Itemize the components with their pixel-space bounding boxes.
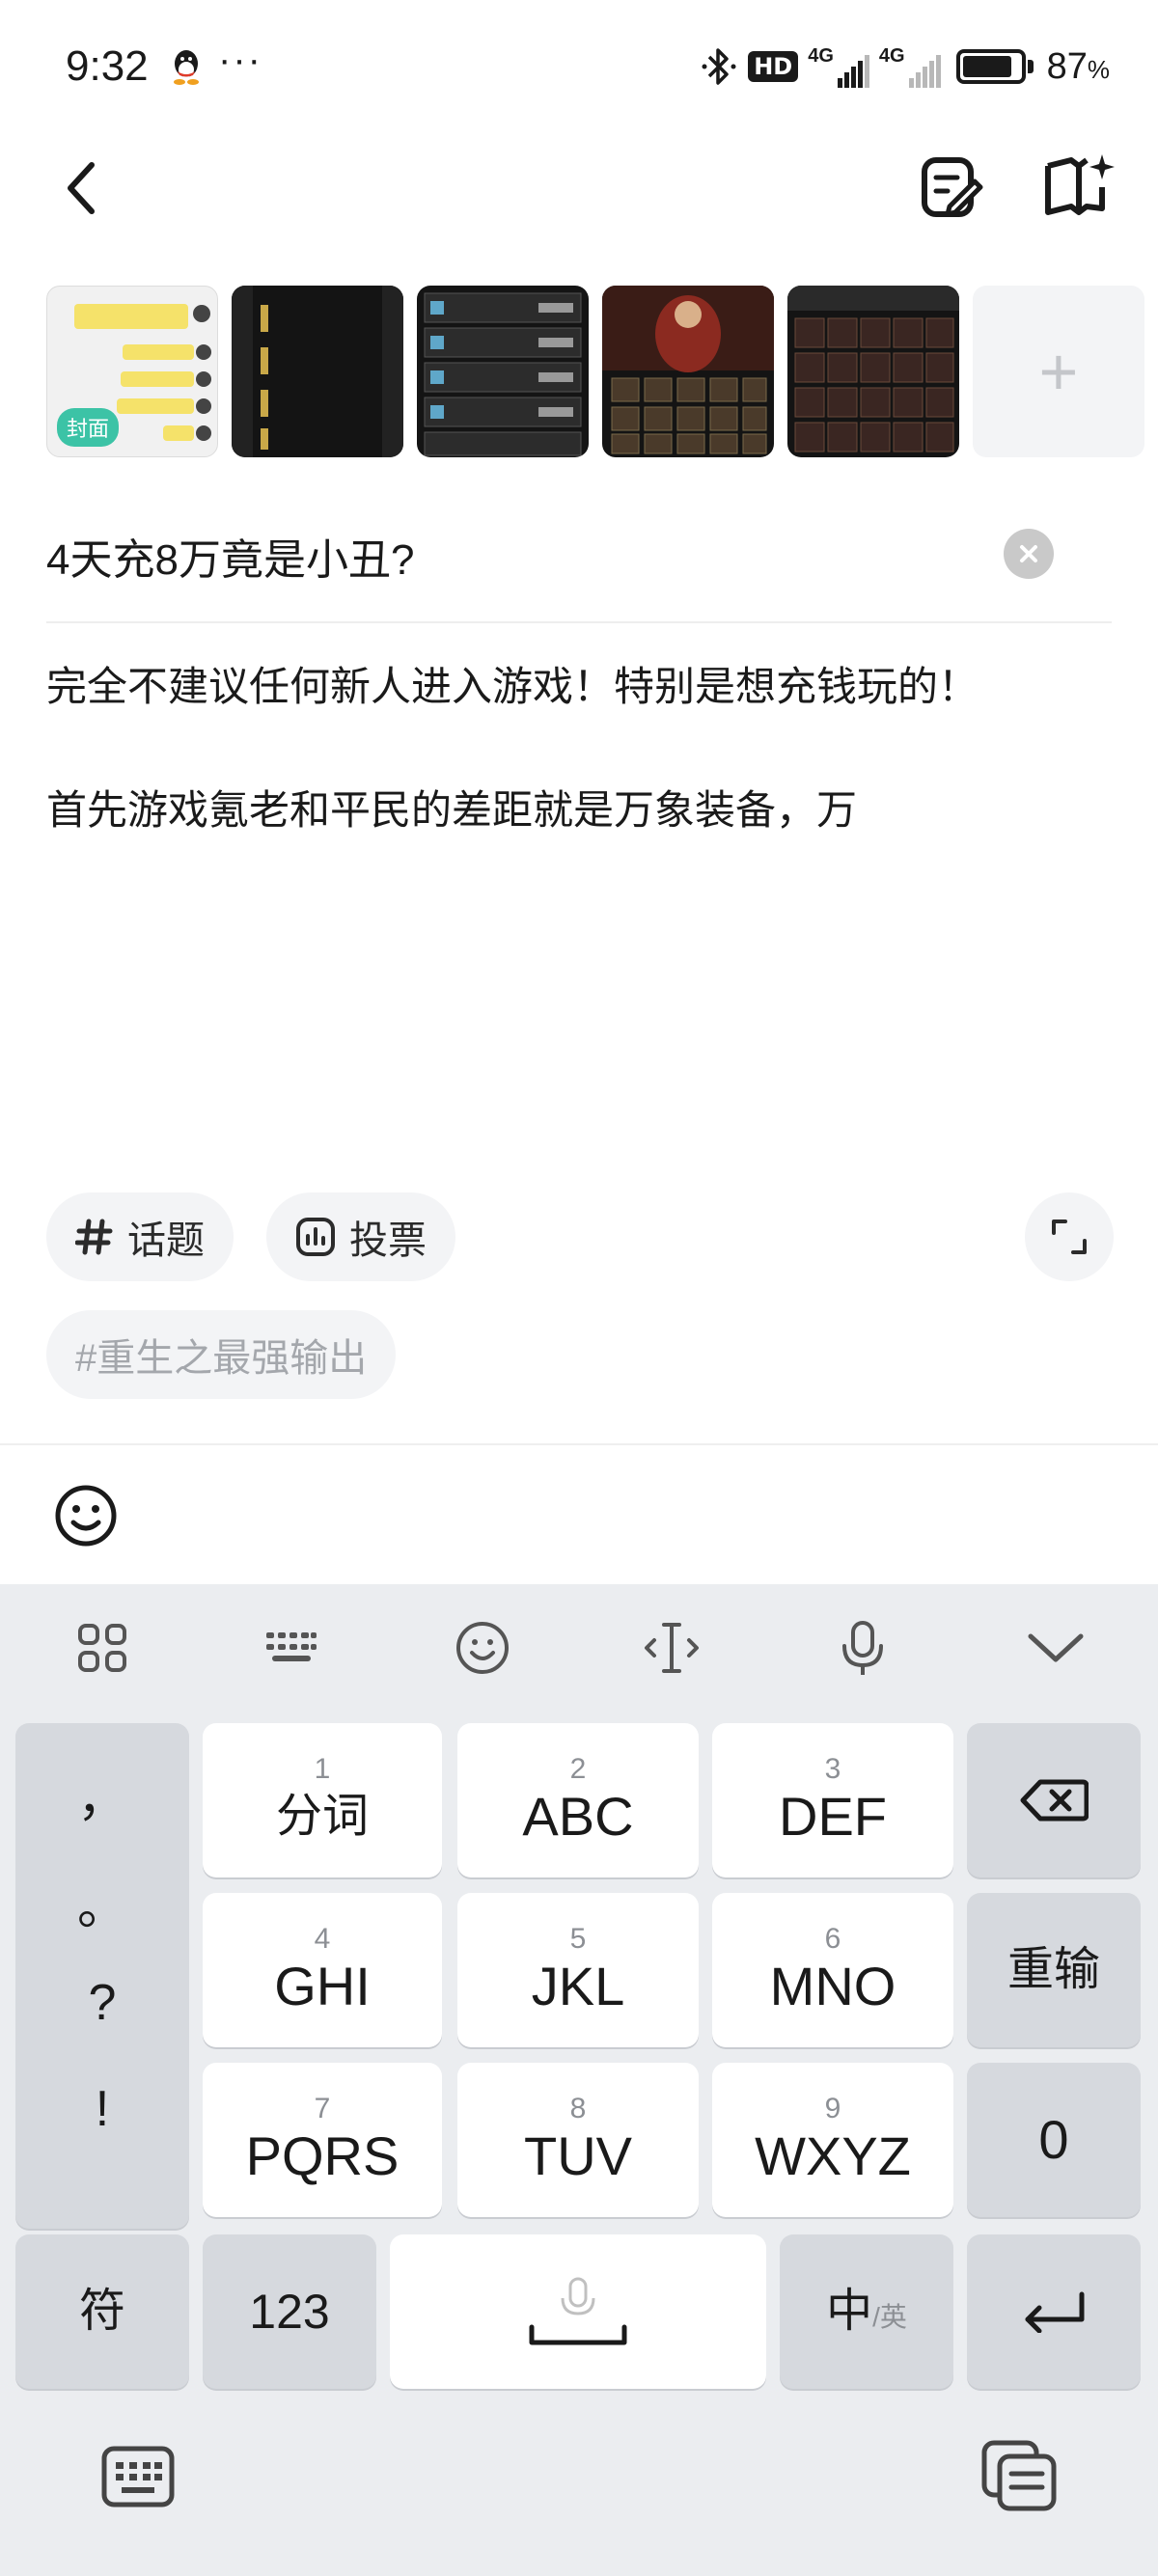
key-7[interactable]: 7 PQRS xyxy=(203,2063,442,2217)
enter-key[interactable] xyxy=(967,2234,1141,2389)
battery-icon xyxy=(955,49,1034,84)
poll-icon xyxy=(295,1217,336,1257)
draft-edit-icon[interactable] xyxy=(917,152,986,222)
enter-icon xyxy=(1025,2291,1085,2333)
punct-period-key[interactable]: 。 xyxy=(15,1866,189,1938)
chevron-left-icon xyxy=(68,162,95,214)
key-4[interactable]: 4 GHI xyxy=(203,1893,442,2047)
body-paragraph: 完全不建议任何新人进入游戏！特别是想充钱玩的！ xyxy=(46,664,979,709)
back-button[interactable] xyxy=(48,154,116,222)
clipboard-icon[interactable] xyxy=(980,2439,1058,2512)
punct-question-key[interactable]: ? xyxy=(15,1974,189,2032)
suggested-topic-chip[interactable]: #重生之最强输出 xyxy=(46,1310,397,1399)
keyboard-toolbar xyxy=(0,1584,1158,1710)
hashtag-icon xyxy=(75,1218,114,1256)
punct-comma-key[interactable]: ， xyxy=(15,1758,189,1830)
topic-button[interactable]: 话题 xyxy=(46,1192,234,1281)
book-sparkle-icon[interactable] xyxy=(1042,152,1116,222)
topic-label: 话题 xyxy=(127,1219,205,1262)
numeric-key[interactable]: 123 xyxy=(203,2234,376,2389)
bluetooth-icon xyxy=(702,48,736,85)
post-title[interactable]: 4天充8万竟是小丑? xyxy=(46,525,414,587)
divider xyxy=(0,1443,1158,1445)
key-5[interactable]: 5 JKL xyxy=(457,1893,699,2047)
close-icon xyxy=(1020,545,1037,562)
chevron-down-icon xyxy=(1028,1633,1084,1662)
status-more-dots: ··· xyxy=(218,39,262,81)
grid-icon xyxy=(78,1624,126,1672)
switch-keyboard-icon[interactable] xyxy=(100,2445,176,2508)
keyboard-layout-button[interactable] xyxy=(261,1617,322,1679)
plus-icon: + xyxy=(1038,334,1079,409)
status-time: 9:32 xyxy=(66,42,149,90)
signal-sim2-icon: 4G xyxy=(879,45,941,88)
key-8[interactable]: 8 TUV xyxy=(457,2063,699,2217)
keyboard-icon xyxy=(266,1632,317,1661)
vote-button[interactable]: 投票 xyxy=(266,1192,455,1281)
game-screenshot-image xyxy=(232,286,403,457)
battery-percent: 87% xyxy=(1046,45,1110,87)
image-thumbnail-3[interactable] xyxy=(417,286,589,457)
key-1[interactable]: 1 分词 xyxy=(203,1723,442,1877)
space-key[interactable] xyxy=(390,2234,766,2389)
keyboard-bottom-bar xyxy=(0,2406,1158,2576)
image-thumbnail-4[interactable] xyxy=(602,286,774,457)
body-paragraph: 首先游戏氪老和平民的差距就是万象装备，万 xyxy=(46,787,858,833)
keyboard-emoji-button[interactable] xyxy=(452,1617,513,1679)
network-type-sim2: 4G xyxy=(878,45,905,67)
expand-icon xyxy=(1052,1219,1087,1254)
suggested-topic-label: #重生之最强输出 xyxy=(75,1337,368,1380)
microphone-icon xyxy=(842,1621,883,1675)
inventory-grid-image xyxy=(787,286,959,452)
status-indicators: HD 4G 4G 87% xyxy=(700,42,1110,91)
image-thumbnail-2[interactable] xyxy=(232,286,403,457)
top-navigation xyxy=(0,135,1158,241)
punct-exclaim-key[interactable]: ! xyxy=(15,2080,189,2138)
language-label: 中/英 xyxy=(826,2286,907,2337)
backspace-key[interactable] xyxy=(967,1723,1141,1877)
language-switch-key[interactable]: 中/英 xyxy=(780,2234,953,2389)
cover-tag: 封面 xyxy=(57,408,120,447)
zero-key[interactable]: 0 xyxy=(967,2063,1141,2217)
hd-voice-badge: HD xyxy=(748,51,799,82)
clear-title-button[interactable] xyxy=(1004,529,1054,579)
qq-penguin-icon xyxy=(174,50,199,85)
image-thumbnail-1[interactable]: 封面 xyxy=(46,286,218,457)
emoji-icon[interactable] xyxy=(52,1482,120,1549)
keyboard-menu-button[interactable] xyxy=(71,1617,133,1679)
status-bar: 9:32 ··· HD 4G 4G 87% xyxy=(0,0,1158,135)
key-6[interactable]: 6 MNO xyxy=(712,1893,953,2047)
keyboard: ， 。 ? ! 1 分词 2 ABC 3 DEF 4 GHI 5 JKL 6 M… xyxy=(0,1584,1158,2576)
space-mic-icon xyxy=(529,2277,627,2345)
text-cursor-icon xyxy=(645,1623,699,1673)
punctuation-column[interactable]: ， 。 ? ! xyxy=(15,1723,189,2229)
image-strip: 封面 + xyxy=(46,286,1144,457)
signal-sim1-icon: 4G xyxy=(808,45,869,88)
add-image-button[interactable]: + xyxy=(973,286,1144,457)
hide-keyboard-button[interactable] xyxy=(1025,1617,1087,1679)
cursor-move-button[interactable] xyxy=(641,1617,703,1679)
backspace-icon xyxy=(1020,1779,1089,1822)
key-2[interactable]: 2 ABC xyxy=(457,1723,699,1877)
game-list-screenshot-image xyxy=(424,292,582,456)
image-thumbnail-5[interactable] xyxy=(787,286,959,457)
key-9[interactable]: 9 WXYZ xyxy=(712,2063,953,2217)
network-type-sim1: 4G xyxy=(808,45,834,67)
character-equipment-image xyxy=(602,286,774,454)
expand-editor-button[interactable] xyxy=(1025,1192,1114,1281)
reset-key[interactable]: 重输 xyxy=(967,1893,1141,2047)
title-field[interactable]: 4天充8万竟是小丑? xyxy=(46,511,1112,623)
voice-input-button[interactable] xyxy=(832,1617,894,1679)
smile-icon xyxy=(456,1622,509,1674)
key-3[interactable]: 3 DEF xyxy=(712,1723,953,1877)
vote-label: 投票 xyxy=(349,1219,427,1262)
symbol-key[interactable]: 符 xyxy=(15,2234,189,2389)
post-body-editor[interactable]: 完全不建议任何新人进入游戏！特别是想充钱玩的！ 首先游戏氪老和平民的差距就是万象… xyxy=(46,656,1112,903)
